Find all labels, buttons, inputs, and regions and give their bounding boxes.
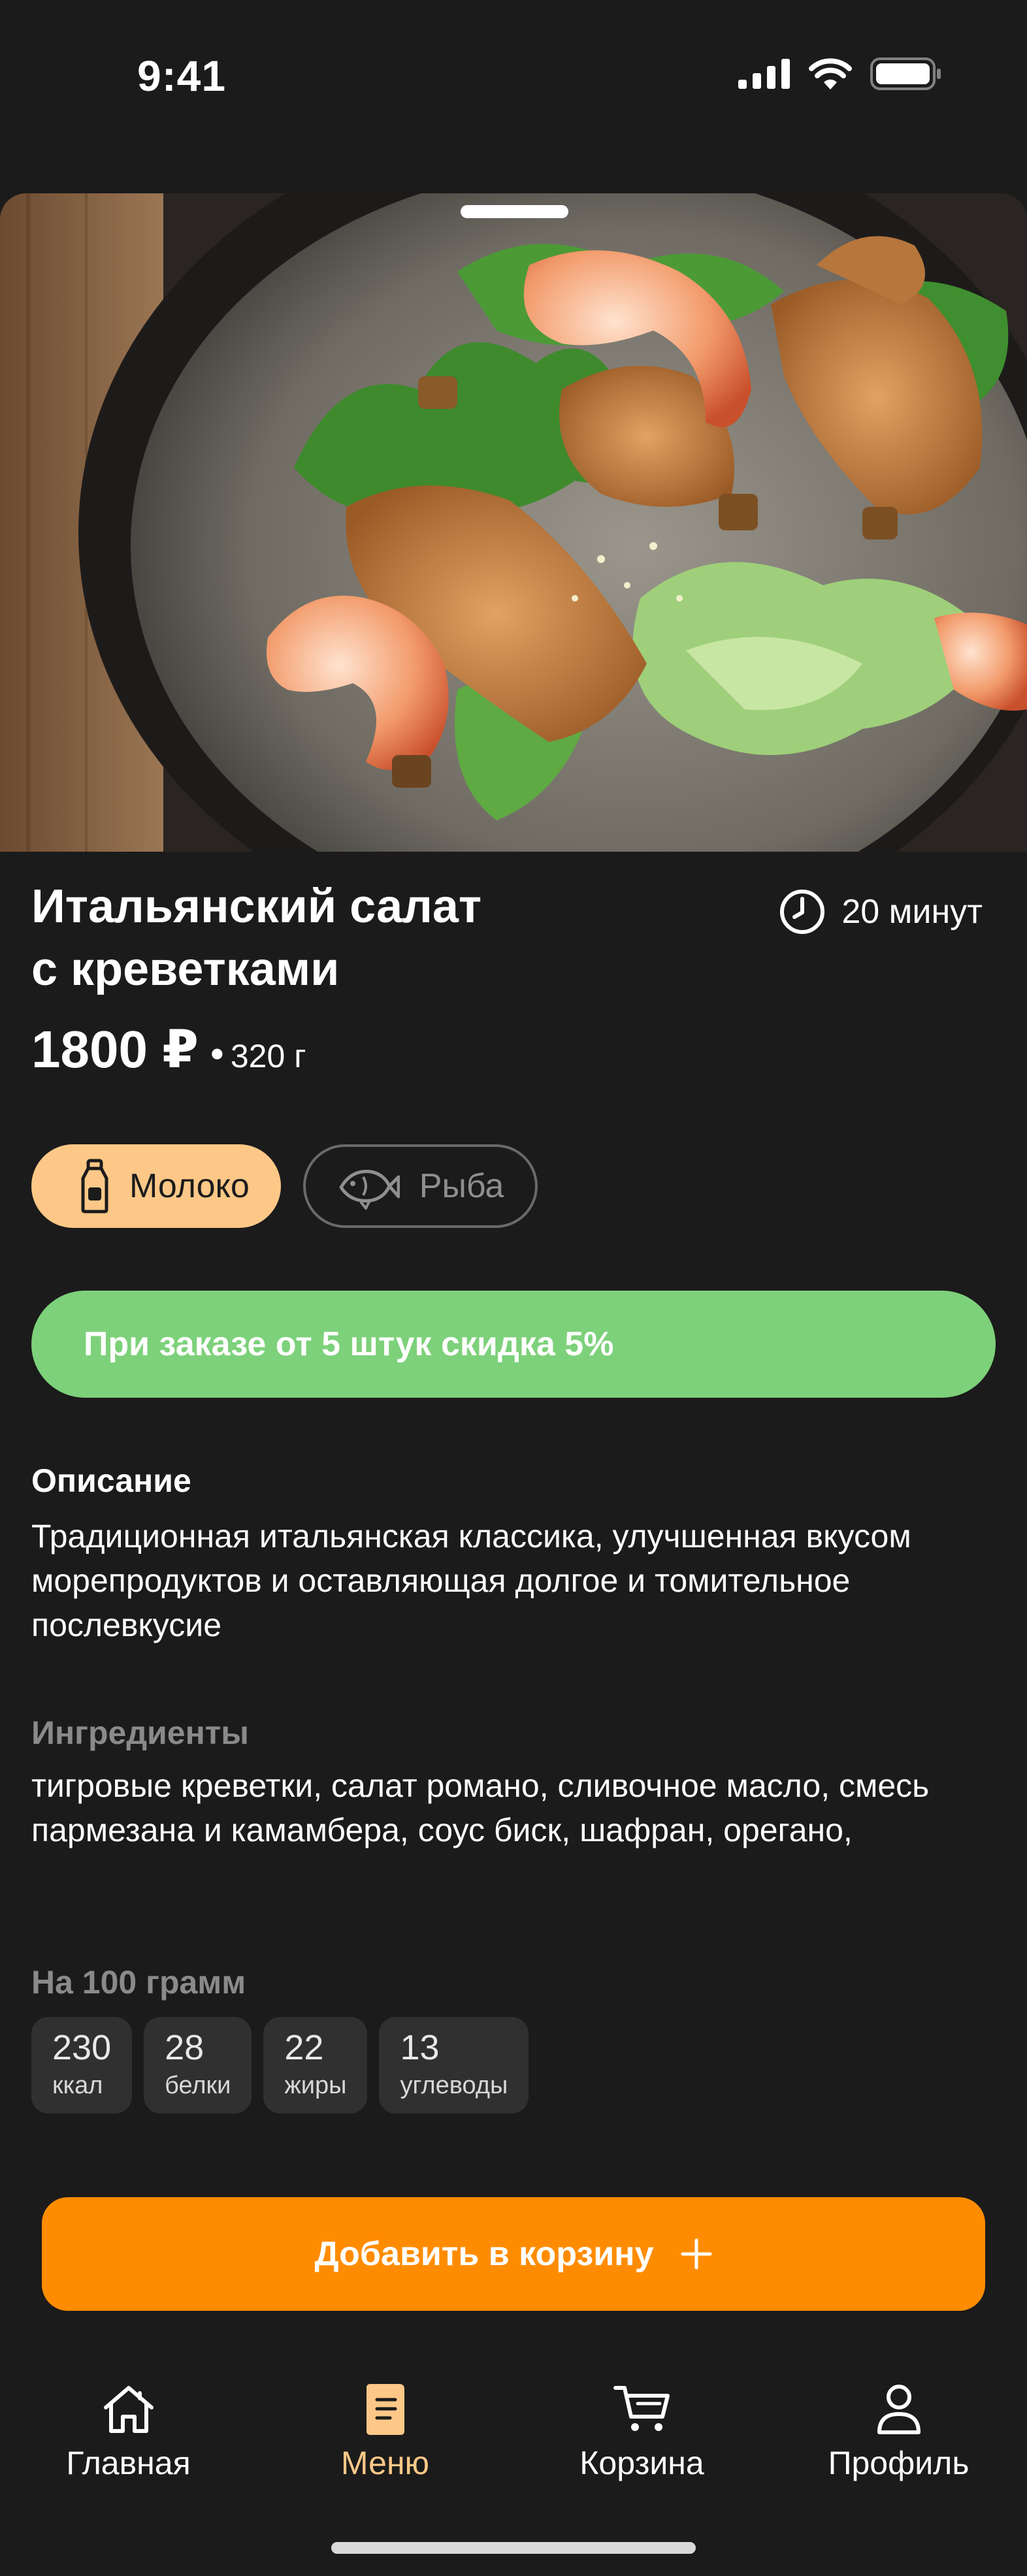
status-icons: [738, 57, 942, 90]
tab-home-label: Главная: [66, 2445, 191, 2481]
cart-icon: [613, 2386, 670, 2431]
milk-bottle-icon: [81, 1159, 108, 1214]
nutrition-carbs: 13 углеводы: [379, 2017, 529, 2114]
price-separator: •: [210, 1032, 224, 1076]
nutrition-carbs-label: углеводы: [400, 2072, 508, 2099]
dish-weight: 320 г: [230, 1038, 306, 1074]
dish-detail-screen: 9:41 Итальянский салат с креветками 20 м…: [0, 0, 1027, 2576]
dish-title-line2: с креветками: [31, 943, 340, 995]
nutrition-kcal: 230 ккал: [31, 2017, 133, 2114]
nutrition-kcal-label: ккал: [52, 2072, 103, 2099]
description-text: Традиционная итальянская классика, улучш…: [31, 1518, 911, 1643]
chip-milk-label: Молоко: [129, 1167, 250, 1205]
tab-home[interactable]: Главная: [0, 2377, 257, 2508]
add-to-cart-button[interactable]: Добавить в корзину: [42, 2197, 985, 2311]
nutrition-protein: 28 белки: [144, 2017, 252, 2114]
fish-icon: [339, 1170, 400, 1210]
description-heading: Описание: [31, 1462, 191, 1499]
menu-book-icon: [366, 2384, 404, 2435]
ingredients-text: тигровые креветки, салат романо, сливочн…: [31, 1767, 930, 1848]
battery-icon: [870, 57, 941, 90]
chip-milk[interactable]: Молоко: [31, 1144, 281, 1228]
tab-menu[interactable]: Меню: [257, 2377, 514, 2508]
dish-photo: [0, 193, 1027, 852]
cook-time: 20 минут: [779, 888, 983, 935]
chip-fish-label: Рыба: [419, 1167, 504, 1205]
home-indicator: [331, 2542, 696, 2554]
clock-icon: [780, 890, 825, 934]
dish-price: 1800 ₽: [31, 1020, 199, 1078]
bottom-tab-bar: Главная Меню Корзина Профиль: [0, 2377, 1027, 2508]
tab-cart-label: Корзина: [579, 2445, 704, 2481]
profile-icon: [877, 2385, 921, 2434]
nutrition-values: 230 ккал 28 белки 22 жиры 13 углеводы: [31, 2017, 529, 2114]
status-bar: 9:41: [0, 0, 1027, 157]
plus-icon: [681, 2238, 712, 2270]
nutrition-heading: На 100 грамм: [31, 1964, 246, 2001]
price-row: 1800 ₽ • 320 г: [31, 1019, 306, 1080]
tab-menu-label: Меню: [340, 2445, 430, 2481]
add-to-cart-label: Добавить в корзину: [314, 2235, 654, 2273]
tab-cart[interactable]: Корзина: [514, 2377, 770, 2508]
ingredients-heading: Ингредиенты: [31, 1715, 249, 1751]
status-time: 9:41: [137, 52, 227, 100]
dish-title: Итальянский салат с креветками: [31, 875, 619, 1001]
tab-profile[interactable]: Профиль: [770, 2377, 1027, 2508]
dish-title-line1: Итальянский салат: [31, 880, 482, 933]
cook-time-label: 20 минут: [841, 893, 983, 931]
nutrition-fat-label: жиры: [284, 2072, 347, 2099]
wifi-icon: [809, 58, 852, 89]
home-icon: [103, 2386, 154, 2433]
tab-profile-label: Профиль: [828, 2445, 970, 2481]
nutrition-protein-label: белки: [165, 2072, 231, 2099]
nutrition-kcal-value: 230: [52, 2028, 112, 2067]
nutrition-fat: 22 жиры: [263, 2017, 368, 2114]
sheet-grabber[interactable]: [461, 205, 568, 218]
nutrition-protein-value: 28: [165, 2028, 204, 2067]
nutrition-carbs-value: 13: [400, 2028, 440, 2067]
cellular-signal-icon: [738, 59, 790, 89]
chip-fish[interactable]: Рыба: [302, 1144, 538, 1228]
allergen-chips: Молоко Рыба: [31, 1144, 538, 1228]
discount-banner: При заказе от 5 штук скидка 5%: [31, 1291, 996, 1398]
nutrition-fat-value: 22: [284, 2028, 324, 2067]
